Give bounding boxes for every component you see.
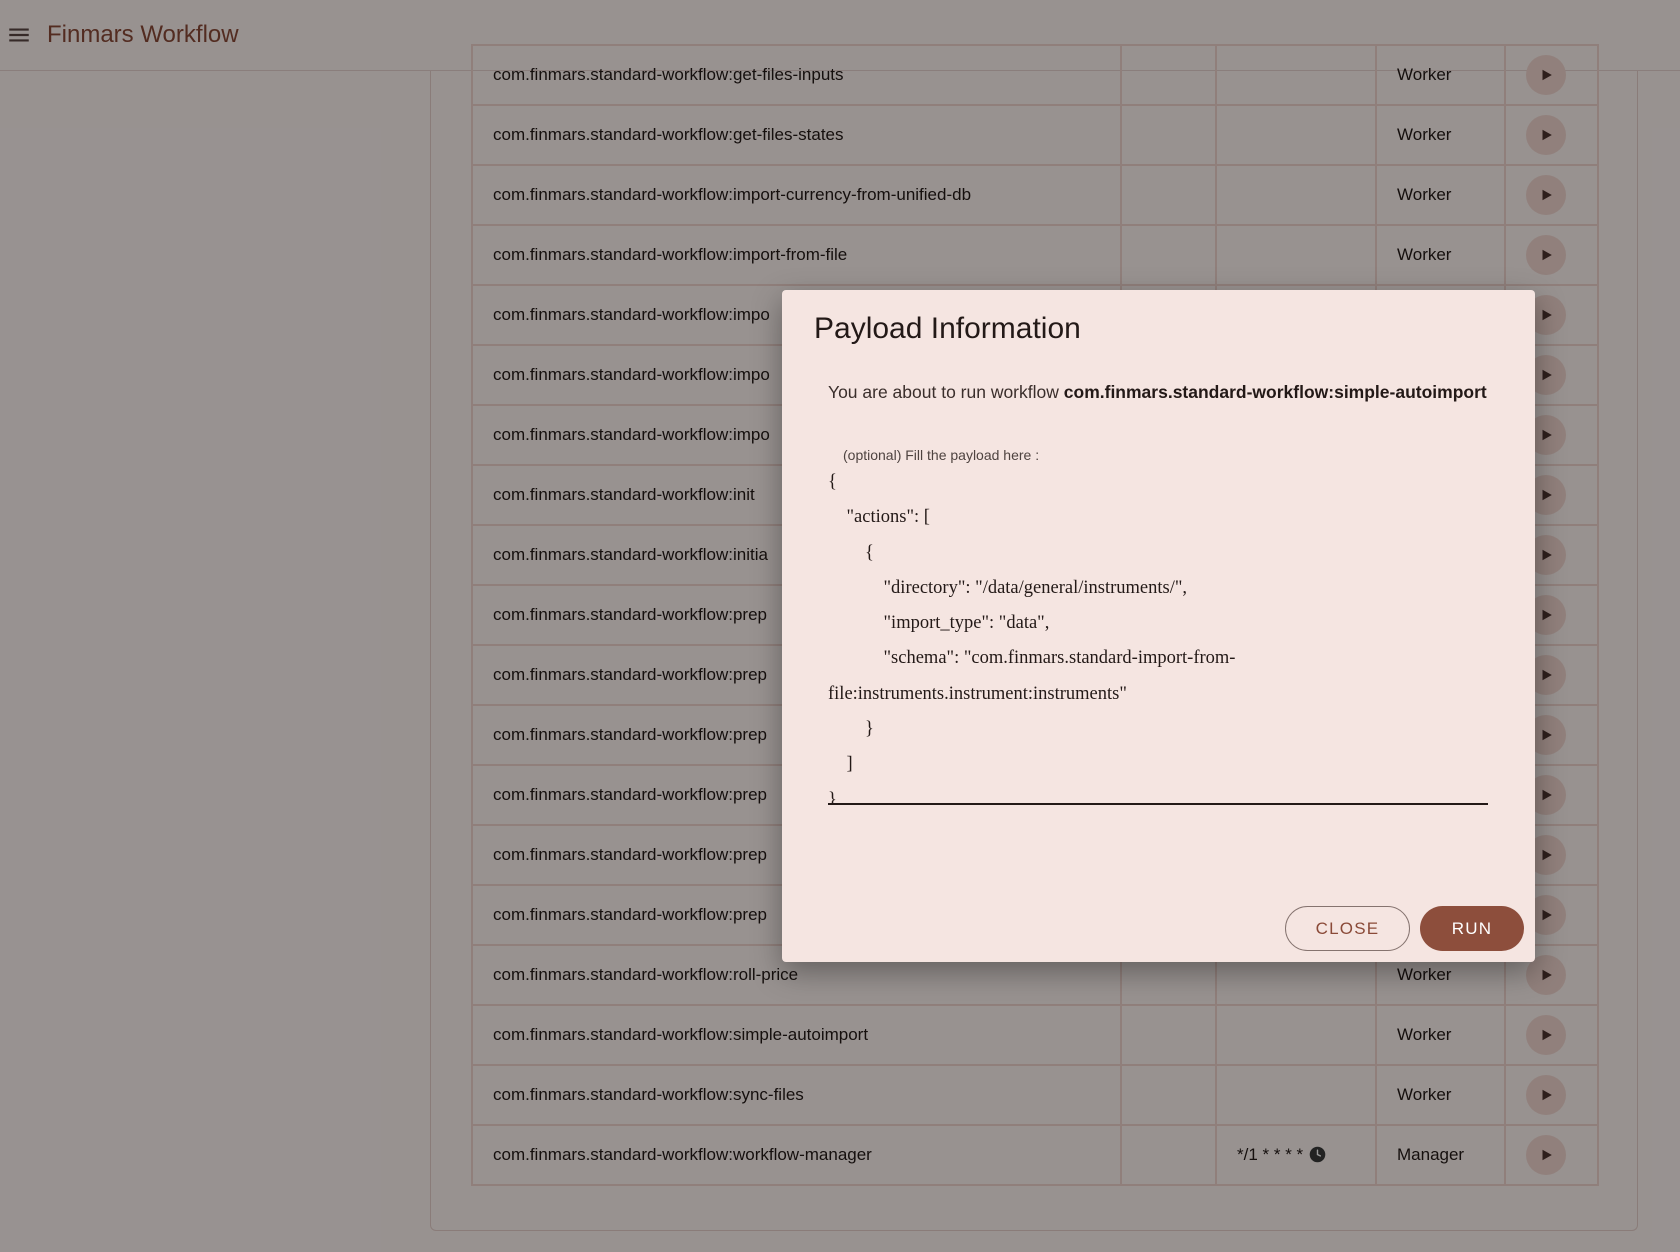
run-button[interactable]: RUN [1420,906,1524,951]
payload-field-label: (optional) Fill the payload here : [843,447,1040,463]
dialog-workflow-name: com.finmars.standard-workflow:simple-aut… [1063,382,1487,402]
close-button[interactable]: CLOSE [1285,906,1410,951]
payload-dialog: Payload Information You are about to run… [782,290,1535,962]
payload-textarea[interactable]: { "actions": [ { "directory": "/data/gen… [828,465,1488,805]
dialog-message: You are about to run workflow com.finmar… [828,382,1487,403]
dialog-message-prefix: You are about to run workflow [828,382,1059,402]
dialog-title: Payload Information [814,312,1081,345]
